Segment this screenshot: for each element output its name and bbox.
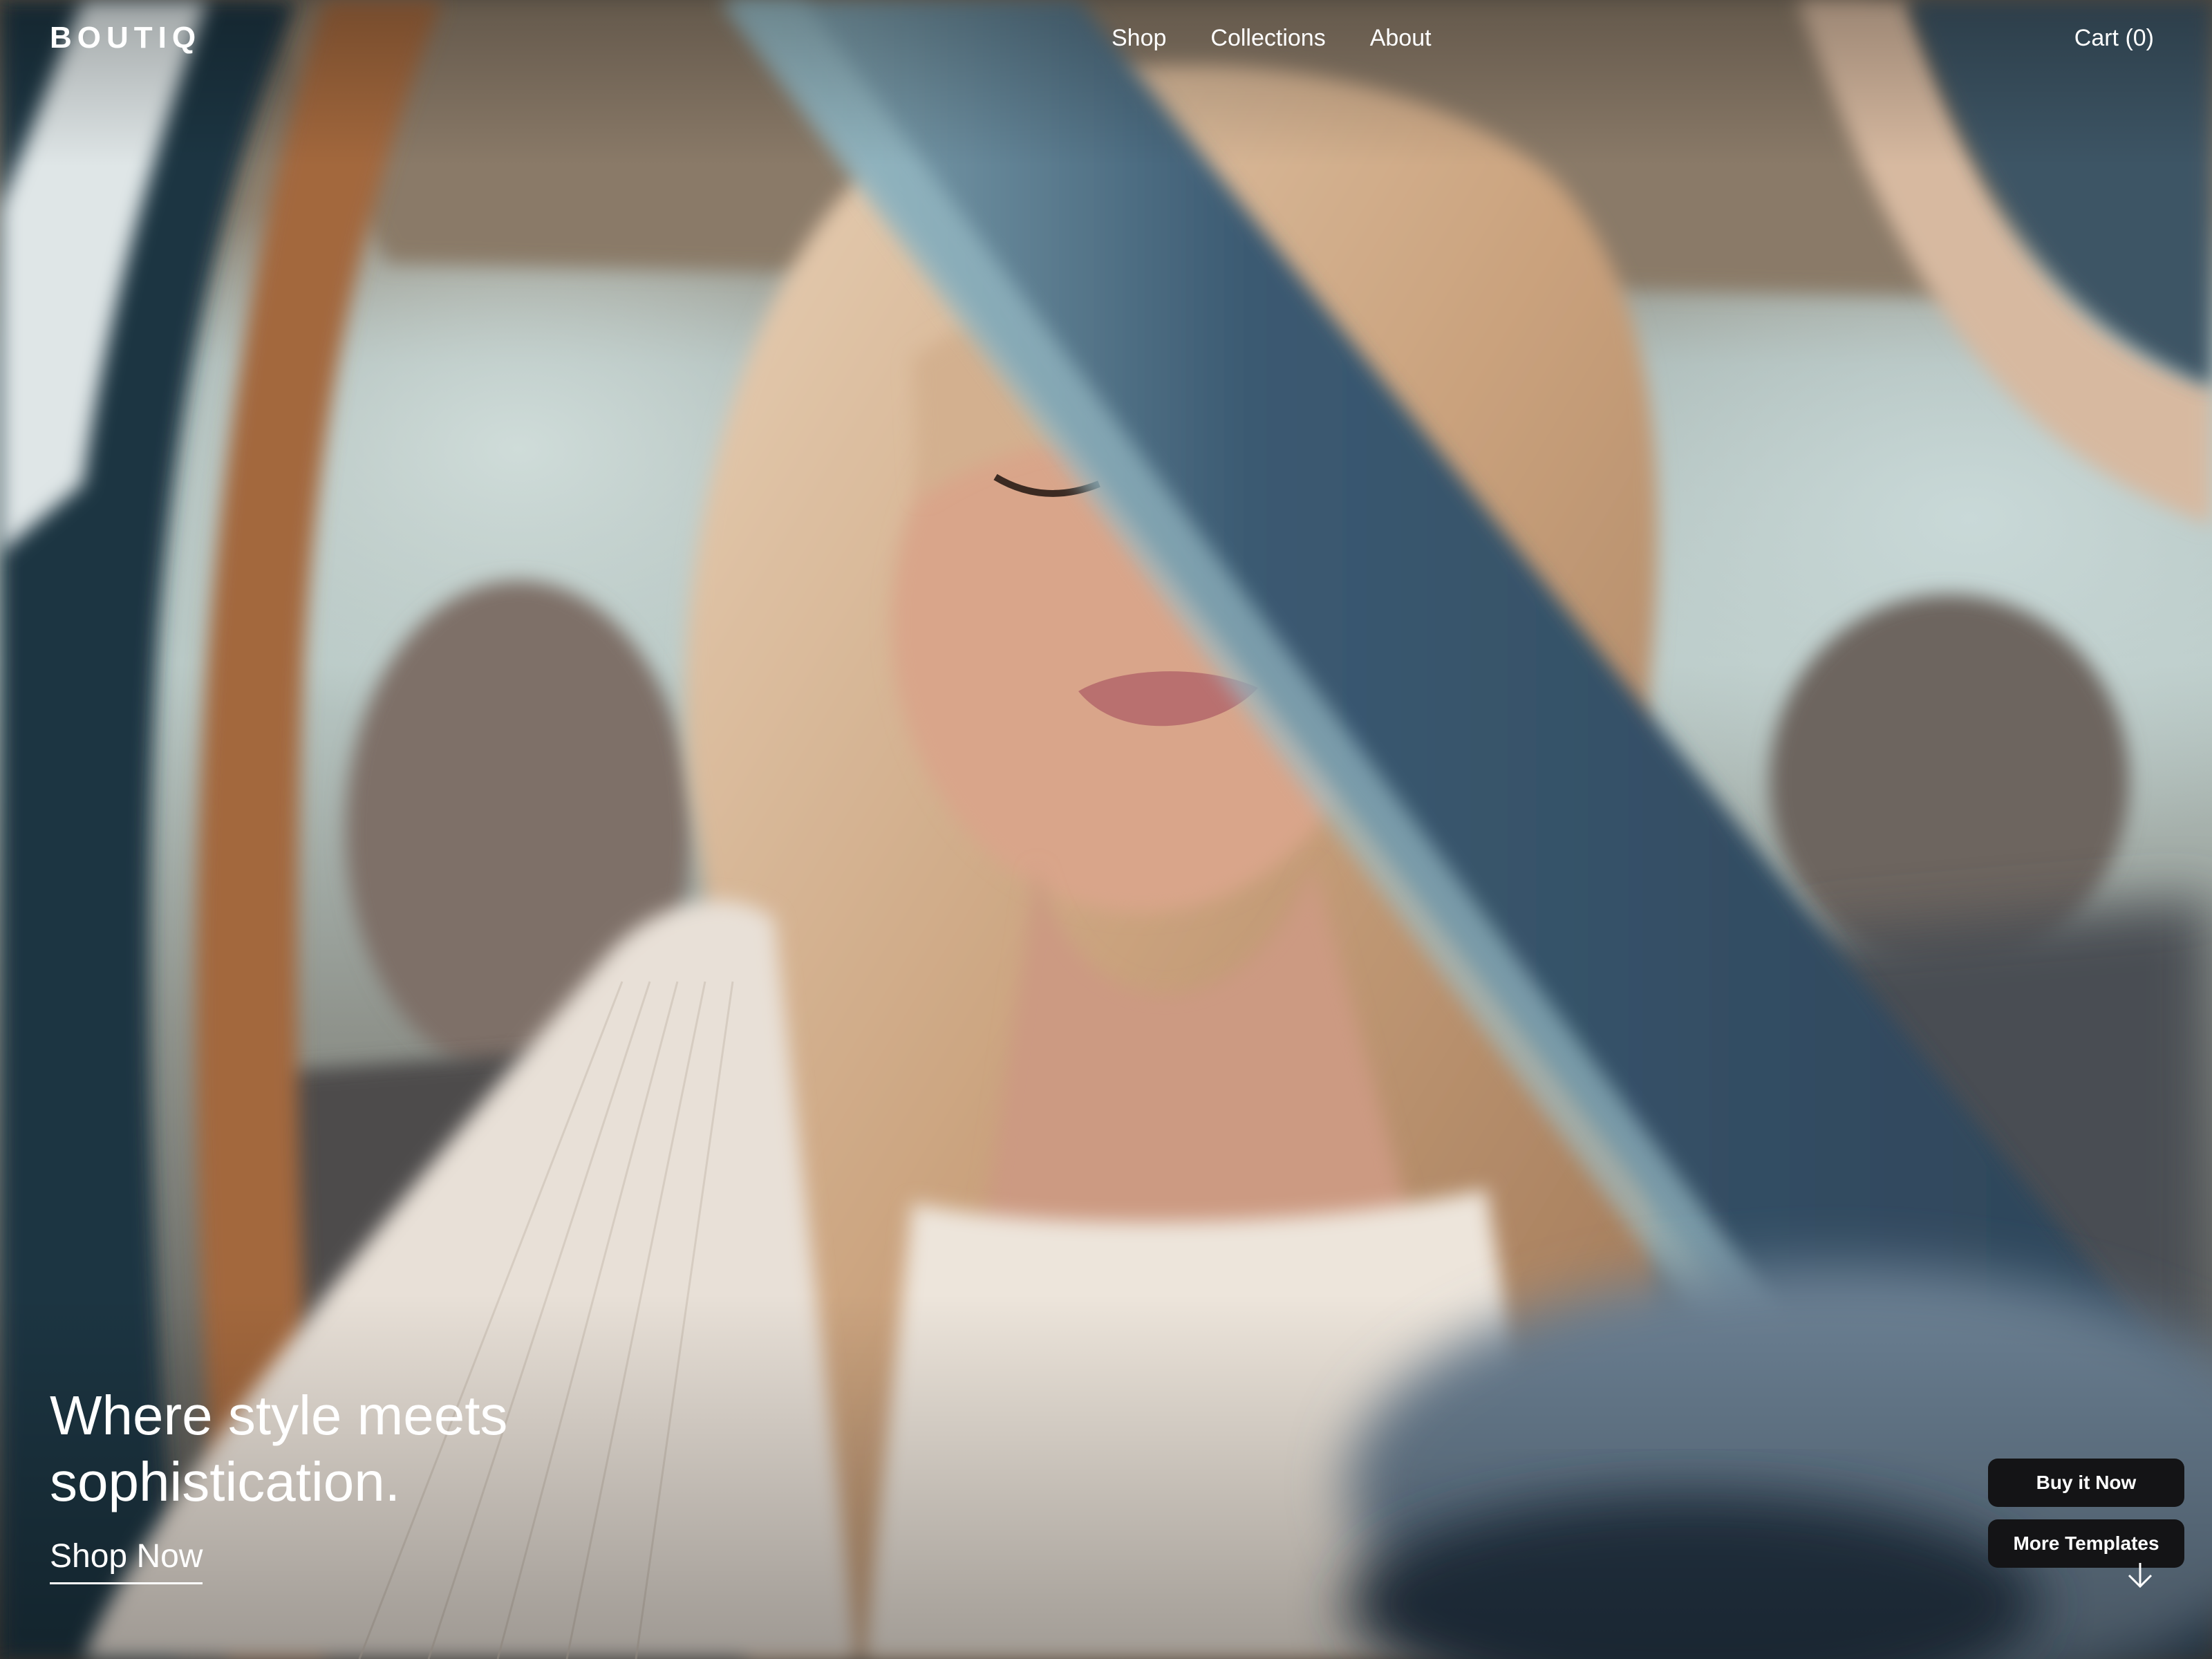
cart-link[interactable]: Cart (0)	[2074, 25, 2154, 52]
hero-headline: Where style meets sophistication.	[50, 1385, 508, 1512]
nav-link-collections[interactable]: Collections	[1210, 25, 1325, 52]
landing-page: BOUTIQ Shop Collections About Cart (0) W…	[0, 0, 2212, 1659]
main-nav: Shop Collections About	[1112, 25, 1432, 52]
arrow-down-icon[interactable]	[2124, 1559, 2157, 1592]
nav-link-shop[interactable]: Shop	[1112, 25, 1166, 52]
hero-content: Where style meets sophistication. Shop N…	[50, 1382, 672, 1584]
template-cta-stack: Buy it Now More Templates	[1988, 1459, 2184, 1568]
buy-it-now-button[interactable]: Buy it Now	[1988, 1459, 2184, 1507]
nav-link-about[interactable]: About	[1370, 25, 1432, 52]
site-header: BOUTIQ Shop Collections About Cart (0)	[0, 0, 2212, 83]
brand-logo[interactable]: BOUTIQ	[50, 21, 201, 55]
shop-now-link[interactable]: Shop Now	[50, 1537, 203, 1584]
